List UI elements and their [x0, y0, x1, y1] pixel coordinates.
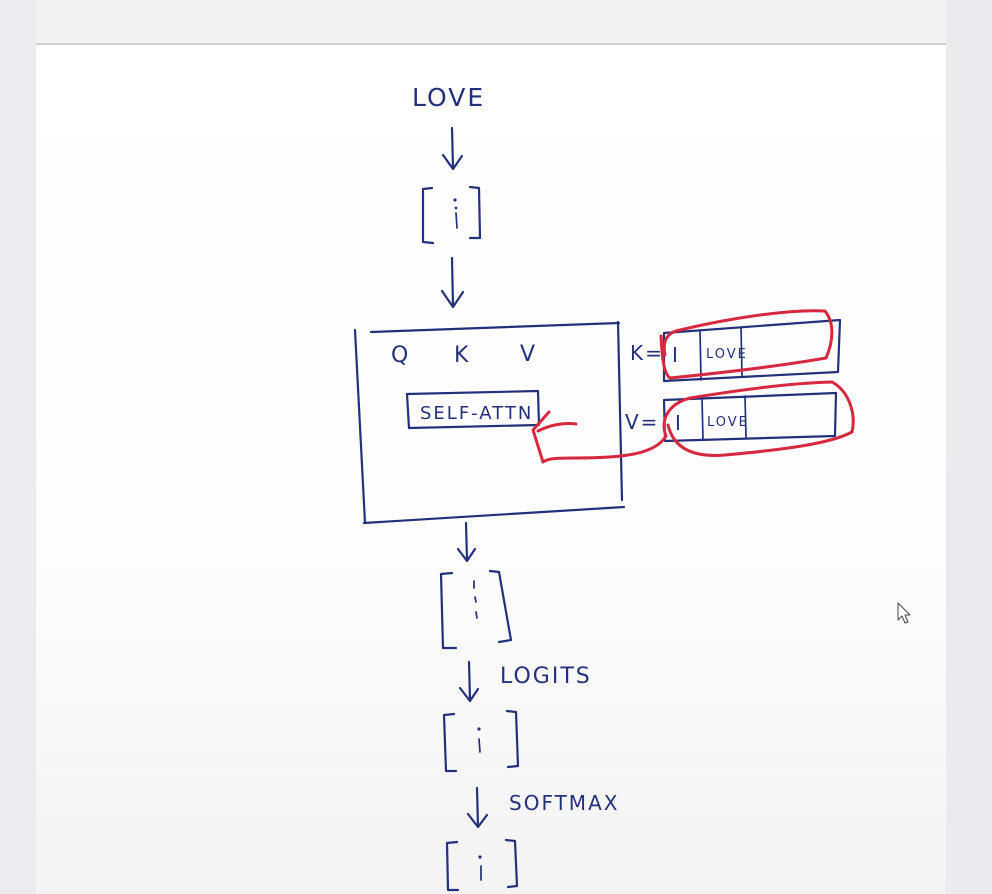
k-cache-cell-1: I: [672, 343, 680, 367]
arrow-token-to-embedding: [441, 126, 464, 171]
logits-label: LOGITS: [500, 664, 592, 689]
v-cache-cell-1: I: [675, 411, 683, 435]
softmax-vector: [445, 838, 519, 892]
diagram-canvas: LOVE Q K V SELF-ATTN K= V= I LOVE I LOVE…: [353, 83, 911, 892]
arrow-embedding-to-block: [440, 256, 465, 309]
mouse-cursor-icon: [897, 602, 911, 624]
v-cache-cell-2: LOVE: [707, 415, 749, 430]
embedding-vector: [421, 185, 482, 245]
q-label: Q: [391, 343, 410, 368]
k-cache-row: [662, 318, 842, 383]
arrow-block-to-output: [456, 521, 477, 563]
self-attention-label: SELF-ATTN: [420, 403, 533, 424]
arrow-logits-to-softmax: [466, 786, 489, 829]
k-cache-label: K=: [630, 341, 664, 365]
v-cache-label: V=: [625, 410, 659, 434]
whiteboard-stage: LOVE Q K V SELF-ATTN K= V= I LOVE I LOVE…: [0, 0, 992, 894]
output-vector: [439, 569, 513, 650]
v-label: V: [520, 342, 537, 367]
k-cache-highlight: [659, 309, 834, 380]
v-cache-row: [662, 391, 838, 443]
k-cache-cell-2: LOVE: [706, 347, 748, 362]
arrow-output-to-logits: [458, 660, 480, 703]
softmax-label: SOFTMAX: [509, 791, 619, 815]
k-label: K: [454, 343, 470, 368]
logits-vector: [442, 709, 520, 773]
input-token-label: LOVE: [412, 83, 485, 112]
